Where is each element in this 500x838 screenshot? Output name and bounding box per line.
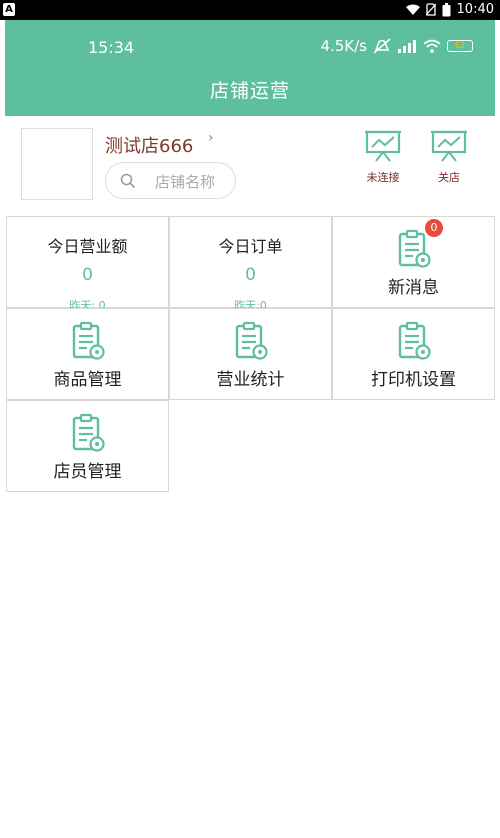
search-icon <box>120 173 136 189</box>
system-status-bar: A 10:40 <box>0 0 500 20</box>
chevron-right-icon[interactable]: › <box>208 130 214 146</box>
system-clock: 10:40 <box>456 2 494 17</box>
status-icons: 4.5K/s 62 <box>320 37 473 55</box>
business-stats-label: 营业统计 <box>216 370 285 390</box>
staff-management-tile[interactable]: 店员管理 <box>6 400 169 492</box>
presentation-chart-icon <box>365 130 401 162</box>
clipboard-gear-icon <box>235 321 268 360</box>
revenue-value: 0 <box>82 265 93 285</box>
notification-a-icon: A <box>3 3 15 16</box>
page-title: 店铺运营 <box>209 80 290 102</box>
business-stats-tile[interactable]: 营业统计 <box>169 308 332 400</box>
clipboard-gear-icon <box>72 321 105 360</box>
search-placeholder: 店铺名称 <box>155 173 216 191</box>
messages-tile[interactable]: 0 新消息 <box>332 216 495 308</box>
presentation-chart-icon <box>431 130 467 162</box>
battery-icon <box>442 2 451 16</box>
store-thumbnail[interactable] <box>21 128 93 200</box>
network-speed: 4.5K/s <box>320 37 367 55</box>
printer-settings-tile[interactable]: 打印机设置 <box>332 308 495 400</box>
signal-icon <box>398 40 416 53</box>
store-search-field[interactable]: 店铺名称 <box>105 162 236 199</box>
staff-management-label: 店员管理 <box>53 462 122 482</box>
no-sim-icon <box>425 3 436 16</box>
store-name[interactable]: 测试店666 <box>105 132 193 158</box>
close-store-button[interactable]: 关店 <box>424 128 474 185</box>
connection-status-label: 未连接 <box>366 171 400 184</box>
wifi-icon <box>423 39 441 53</box>
revenue-tile[interactable]: 今日营业额 0 昨天: 0 <box>6 216 169 312</box>
mute-icon <box>373 38 391 54</box>
messages-label: 新消息 <box>388 278 439 298</box>
printer-settings-label: 打印机设置 <box>371 370 456 390</box>
connection-status-button[interactable]: 未连接 <box>358 128 408 185</box>
app-header: 15:34 4.5K/s 62 店铺运营 <box>5 20 495 116</box>
wifi-icon <box>405 4 420 15</box>
product-management-tile[interactable]: 商品管理 <box>6 308 169 400</box>
orders-tile[interactable]: 今日订单 0 昨天:0 <box>169 216 332 312</box>
clipboard-gear-icon <box>398 229 431 268</box>
orders-title: 今日订单 <box>218 237 283 256</box>
message-count-badge: 0 <box>425 219 443 237</box>
close-store-label: 关店 <box>438 171 460 184</box>
clipboard-gear-icon <box>72 413 105 452</box>
orders-value: 0 <box>245 265 256 285</box>
store-card: 测试店666 › 店铺名称 未连接 关店 <box>5 116 495 214</box>
product-management-label: 商品管理 <box>53 370 122 390</box>
revenue-title: 今日营业额 <box>47 237 128 256</box>
battery-indicator: 62 <box>447 40 473 52</box>
app-frame: 15:34 4.5K/s 62 店铺运营 测试店666 › 店铺名称 未连接 关… <box>5 20 495 838</box>
status-time: 15:34 <box>88 38 135 57</box>
clipboard-gear-icon <box>398 321 431 360</box>
